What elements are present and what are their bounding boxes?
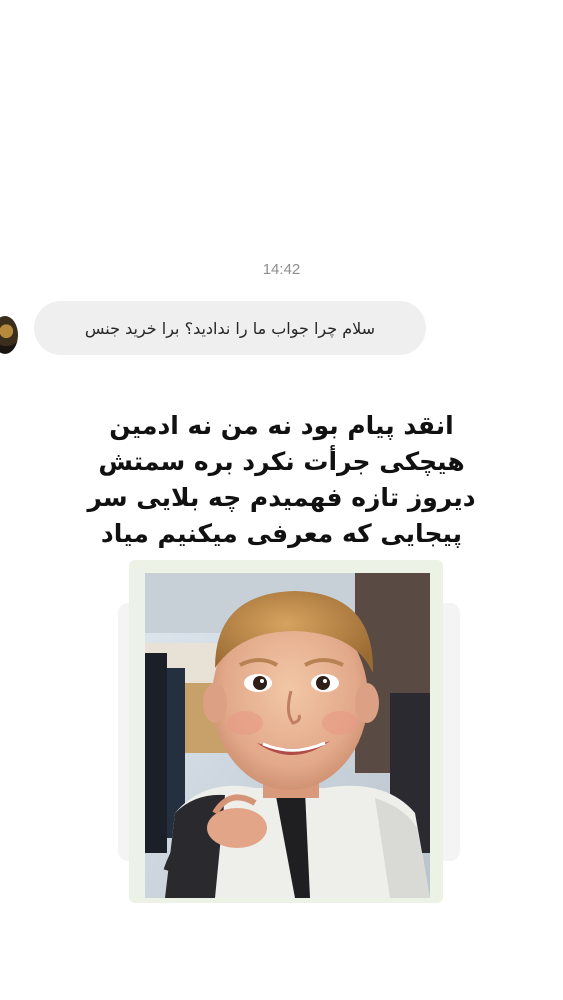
caption-line: دیروز تازه فهمیدم چه بلایی سر [87,483,476,512]
caption-line: پیجایی که معرفی میکنیم میاد [100,519,463,548]
story-caption: انقد پیام بود نه من نه ادمین هیچکی جرأت … [60,408,503,552]
chat-screen: 14:42 سلام چرا جواب ما را ندادید؟ برا خر… [0,0,563,1000]
message-timestamp: 14:42 [262,261,301,278]
incoming-message-bubble[interactable]: سلام چرا جواب ما را ندادید؟ برا خرید جنس [34,301,426,355]
incoming-message-text: سلام چرا جواب ما را ندادید؟ برا خرید جنس [84,318,376,338]
caption-line: انقد پیام بود نه من نه ادمین [109,411,454,440]
shared-photo[interactable] [145,573,430,898]
sender-avatar[interactable] [0,316,18,354]
caption-line: هیچکی جرأت نکرد بره سمتش [98,447,465,476]
